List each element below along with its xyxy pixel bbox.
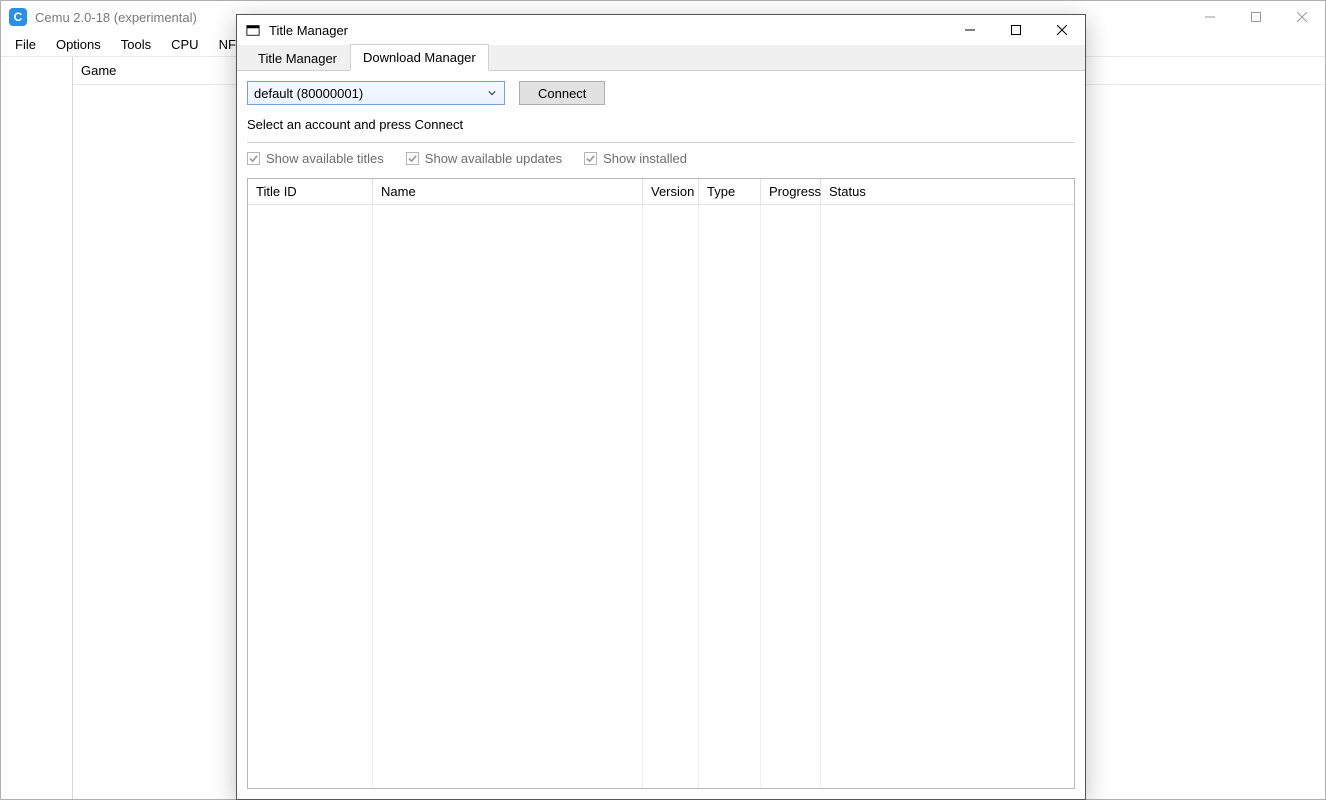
dialog-minimize-button[interactable]: [947, 15, 993, 45]
dialog-maximize-button[interactable]: [993, 15, 1039, 45]
table-body: [248, 205, 1074, 788]
dialog-close-button[interactable]: [1039, 15, 1085, 45]
main-maximize-button[interactable]: [1233, 1, 1279, 33]
main-window-title: Cemu 2.0-18 (experimental): [35, 10, 197, 25]
dialog-titlebar[interactable]: Title Manager: [237, 15, 1085, 45]
app-icon: C: [9, 8, 27, 26]
divider: [247, 142, 1075, 143]
checkbox-icon: [247, 152, 260, 165]
menu-options[interactable]: Options: [46, 34, 111, 55]
check-installed[interactable]: Show installed: [584, 151, 687, 166]
main-window-controls: [1187, 1, 1325, 33]
tab-download-manager[interactable]: Download Manager: [350, 44, 489, 71]
table-header: Title ID Name Version Type Progress Stat…: [248, 179, 1074, 205]
connect-button[interactable]: Connect: [519, 81, 605, 105]
checkbox-icon: [406, 152, 419, 165]
dialog-window-controls: [947, 15, 1085, 45]
menu-cpu[interactable]: CPU: [161, 34, 208, 55]
col-status[interactable]: Status: [821, 179, 1074, 205]
col-type[interactable]: Type: [699, 179, 761, 205]
side-gutter: [1, 57, 73, 799]
menu-tools[interactable]: Tools: [111, 34, 161, 55]
tabstrip: Title Manager Download Manager: [237, 45, 1085, 71]
download-manager-panel: default (80000001) Connect Select an acc…: [237, 71, 1085, 799]
downloads-table: Title ID Name Version Type Progress Stat…: [247, 178, 1075, 789]
tab-title-manager[interactable]: Title Manager: [245, 45, 350, 71]
chevron-down-icon: [484, 89, 500, 97]
check-installed-label: Show installed: [603, 151, 687, 166]
check-available-updates-label: Show available updates: [425, 151, 562, 166]
account-select[interactable]: default (80000001): [247, 81, 505, 105]
dialog-title: Title Manager: [269, 23, 348, 38]
col-version[interactable]: Version: [643, 179, 699, 205]
col-title-id[interactable]: Title ID: [248, 179, 373, 205]
connect-hint: Select an account and press Connect: [247, 117, 1075, 132]
main-close-button[interactable]: [1279, 1, 1325, 33]
title-manager-dialog: Title Manager Title Manager Download Man…: [236, 14, 1086, 800]
check-available-titles[interactable]: Show available titles: [247, 151, 384, 166]
main-minimize-button[interactable]: [1187, 1, 1233, 33]
col-progress[interactable]: Progress: [761, 179, 821, 205]
col-name[interactable]: Name: [373, 179, 643, 205]
check-available-updates[interactable]: Show available updates: [406, 151, 562, 166]
check-available-titles-label: Show available titles: [266, 151, 384, 166]
checkbox-icon: [584, 152, 597, 165]
account-select-value: default (80000001): [254, 86, 363, 101]
menu-file[interactable]: File: [5, 34, 46, 55]
filter-checkboxes: Show available titles Show available upd…: [247, 151, 1075, 166]
title-manager-icon: [245, 22, 261, 38]
